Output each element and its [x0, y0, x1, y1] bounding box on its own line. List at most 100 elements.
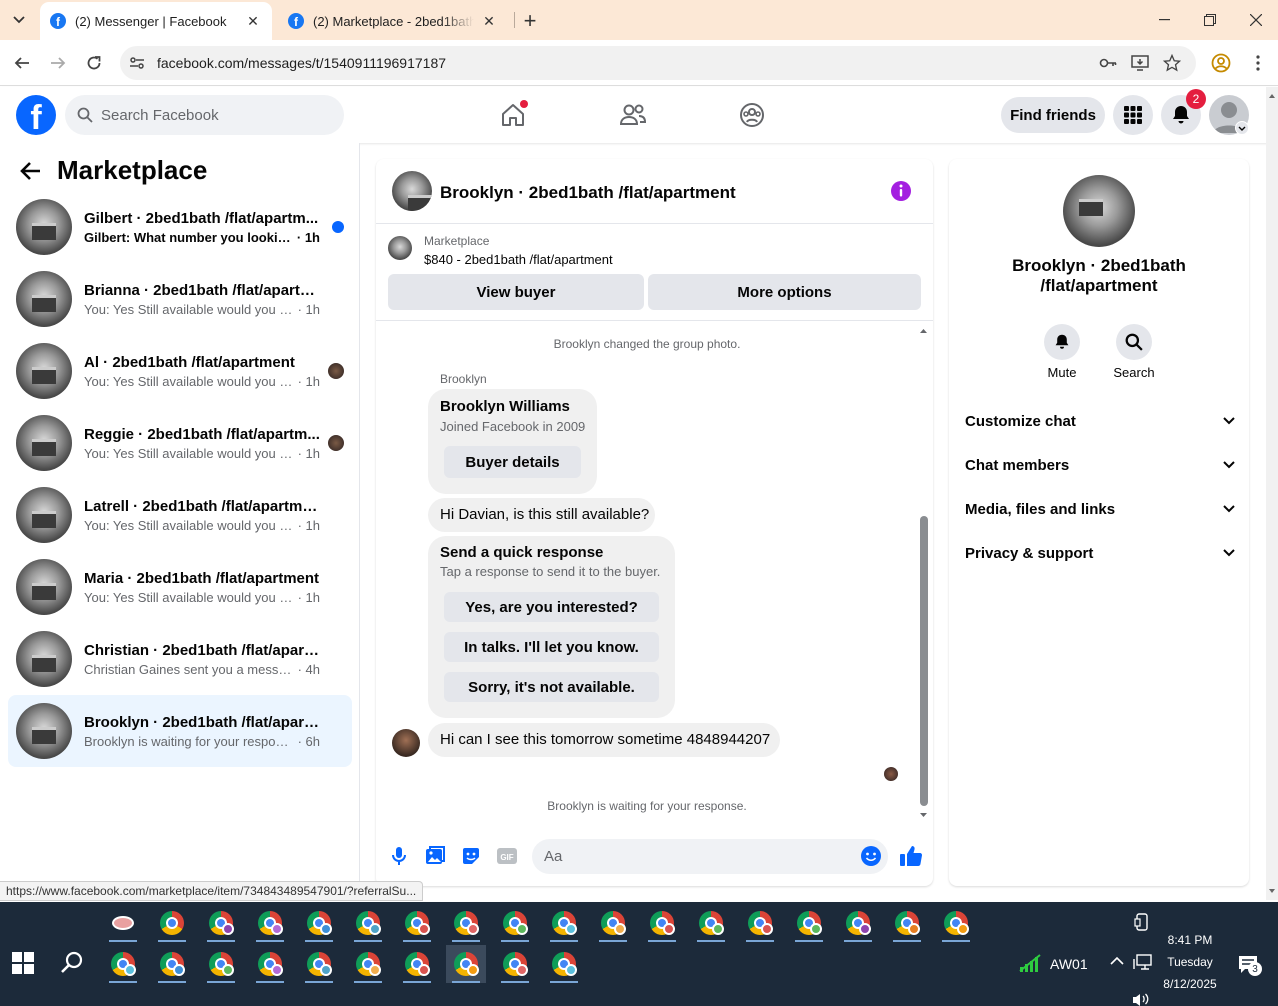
- chat-avatar[interactable]: [392, 171, 432, 211]
- restore-button[interactable]: [1187, 0, 1233, 40]
- search-input[interactable]: Search Facebook: [65, 95, 344, 135]
- taskbar-chrome[interactable]: [642, 904, 682, 942]
- taskbar-chrome[interactable]: [250, 945, 290, 983]
- sticker-icon[interactable]: [460, 845, 482, 867]
- install-app-icon[interactable]: [1129, 53, 1151, 73]
- profile-icon[interactable]: [1210, 53, 1232, 73]
- friends-icon[interactable]: [617, 99, 649, 131]
- chrome-menu-icon[interactable]: [1247, 53, 1269, 73]
- network-signal-icon[interactable]: [1018, 953, 1042, 973]
- search-in-chat-button[interactable]: [1116, 324, 1152, 360]
- taskbar-chrome[interactable]: [544, 945, 584, 983]
- search-icon[interactable]: [60, 951, 84, 975]
- taskbar-chrome[interactable]: [152, 904, 192, 942]
- quick-response-button[interactable]: Sorry, it's not available.: [444, 672, 659, 702]
- site-settings-icon[interactable]: [126, 53, 148, 73]
- taskbar-chrome[interactable]: [593, 904, 633, 942]
- taskbar-chrome[interactable]: [250, 904, 290, 942]
- conversation-item[interactable]: Maria · 2bed1bath /flat/apartment You: Y…: [8, 551, 352, 623]
- clock-day[interactable]: Tuesday: [1160, 955, 1220, 969]
- taskbar-chrome[interactable]: [887, 904, 927, 942]
- home-icon[interactable]: [497, 99, 529, 131]
- like-thumb-icon[interactable]: [899, 845, 923, 867]
- taskbar-chrome[interactable]: [348, 904, 388, 942]
- taskbar-chrome[interactable]: [397, 904, 437, 942]
- show-hidden-icons-chevron-icon[interactable]: [1110, 956, 1124, 970]
- conversation-item[interactable]: Gilbert · 2bed1bath /flat/apartm... Gilb…: [8, 191, 352, 263]
- minimize-button[interactable]: [1141, 0, 1187, 40]
- taskbar-chrome[interactable]: [299, 945, 339, 983]
- account-chevron-icon[interactable]: [1235, 121, 1249, 135]
- url-text[interactable]: facebook.com/messages/t/1540911196917187: [157, 55, 446, 71]
- taskbar-chrome[interactable]: [397, 945, 437, 983]
- more-options-button[interactable]: More options: [648, 274, 921, 310]
- groups-icon[interactable]: [736, 99, 768, 131]
- taskbar-chrome[interactable]: [740, 904, 780, 942]
- new-tab-button[interactable]: +: [518, 8, 542, 33]
- clock-time[interactable]: 8:41 PM: [1160, 933, 1220, 947]
- conversation-item-selected[interactable]: Brooklyn · 2bed1bath /flat/apartm... Bro…: [8, 695, 352, 767]
- facebook-logo-icon[interactable]: f: [16, 95, 56, 135]
- reload-button[interactable]: [80, 51, 108, 75]
- quick-response-button[interactable]: In talks. I'll let you know.: [444, 632, 659, 662]
- taskbar-chrome[interactable]: [495, 945, 535, 983]
- conversation-item[interactable]: Brianna · 2bed1bath /flat/apartment You:…: [8, 263, 352, 335]
- back-button[interactable]: [8, 51, 36, 75]
- forward-button[interactable]: [44, 51, 72, 75]
- clock-date[interactable]: 8/12/2025: [1155, 977, 1225, 991]
- taskbar-chrome[interactable]: [103, 945, 143, 983]
- find-friends-button[interactable]: Find friends: [1001, 97, 1105, 133]
- tab-marketplace[interactable]: f (2) Marketplace - 2bed1bath /flat/apar…: [278, 2, 508, 40]
- password-key-icon[interactable]: [1097, 53, 1119, 73]
- conversation-item[interactable]: Reggie · 2bed1bath /flat/apartm... You: …: [8, 407, 352, 479]
- quick-response-button[interactable]: Yes, are you interested?: [444, 592, 659, 622]
- taskbar-chrome[interactable]: [446, 904, 486, 942]
- conversation-photo[interactable]: [1063, 175, 1135, 247]
- emoji-icon[interactable]: [860, 845, 882, 867]
- taskbar-chrome[interactable]: [299, 904, 339, 942]
- page-scrollbar[interactable]: [1266, 87, 1278, 900]
- network-label[interactable]: AW01: [1050, 956, 1088, 972]
- tab-search-button[interactable]: [6, 7, 32, 33]
- mute-button[interactable]: [1044, 324, 1080, 360]
- sender-avatar[interactable]: [392, 729, 420, 757]
- taskbar-chrome[interactable]: [348, 945, 388, 983]
- taskbar-chrome[interactable]: [152, 945, 192, 983]
- conversation-item[interactable]: Latrell · 2bed1bath /flat/apartment You:…: [8, 479, 352, 551]
- chat-members-section[interactable]: Chat members: [965, 450, 1235, 480]
- taskbar-chrome[interactable]: [691, 904, 731, 942]
- taskbar-chrome[interactable]: [789, 904, 829, 942]
- windows-start-icon[interactable]: [12, 952, 34, 974]
- taskbar-chrome[interactable]: [544, 904, 584, 942]
- taskbar-chrome[interactable]: [495, 904, 535, 942]
- chat-title[interactable]: Brooklyn · 2bed1bath /flat/apartment: [440, 183, 736, 203]
- gif-icon[interactable]: GIF: [496, 845, 518, 867]
- conversation-item[interactable]: Al · 2bed1bath /flat/apartment You: Yes …: [8, 335, 352, 407]
- tab-messenger[interactable]: f (2) Messenger | Facebook ✕: [40, 2, 272, 40]
- photo-icon[interactable]: [424, 845, 446, 867]
- chat-scrollbar-thumb[interactable]: [920, 516, 928, 806]
- menu-grid-button[interactable]: [1113, 95, 1153, 135]
- customize-chat-section[interactable]: Customize chat: [965, 406, 1235, 436]
- microphone-icon[interactable]: [388, 845, 410, 867]
- close-tab-icon[interactable]: ✕: [480, 12, 498, 30]
- close-window-button[interactable]: [1233, 0, 1278, 40]
- view-buyer-button[interactable]: View buyer: [388, 274, 644, 310]
- taskbar-chrome[interactable]: [201, 945, 241, 983]
- back-arrow-icon[interactable]: [20, 160, 44, 184]
- conversation-item[interactable]: Christian · 2bed1bath /flat/apartm... Ch…: [8, 623, 352, 695]
- message-input[interactable]: Aa: [532, 839, 888, 874]
- taskbar-chrome[interactable]: [838, 904, 878, 942]
- network-monitor-icon[interactable]: [1133, 954, 1153, 972]
- taskbar-app-snipping[interactable]: [103, 904, 143, 942]
- taskbar-chrome[interactable]: [201, 904, 241, 942]
- buyer-details-button[interactable]: Buyer details: [444, 446, 581, 478]
- volume-icon[interactable]: [1132, 992, 1150, 1006]
- taskbar-chrome-active[interactable]: [446, 945, 486, 983]
- privacy-support-section[interactable]: Privacy & support: [965, 538, 1235, 568]
- close-tab-icon[interactable]: ✕: [244, 12, 262, 30]
- taskbar-chrome[interactable]: [936, 904, 976, 942]
- media-files-links-section[interactable]: Media, files and links: [965, 494, 1235, 524]
- listing-price-title[interactable]: $840 - 2bed1bath /flat/apartment: [424, 252, 613, 267]
- info-icon[interactable]: [890, 180, 912, 202]
